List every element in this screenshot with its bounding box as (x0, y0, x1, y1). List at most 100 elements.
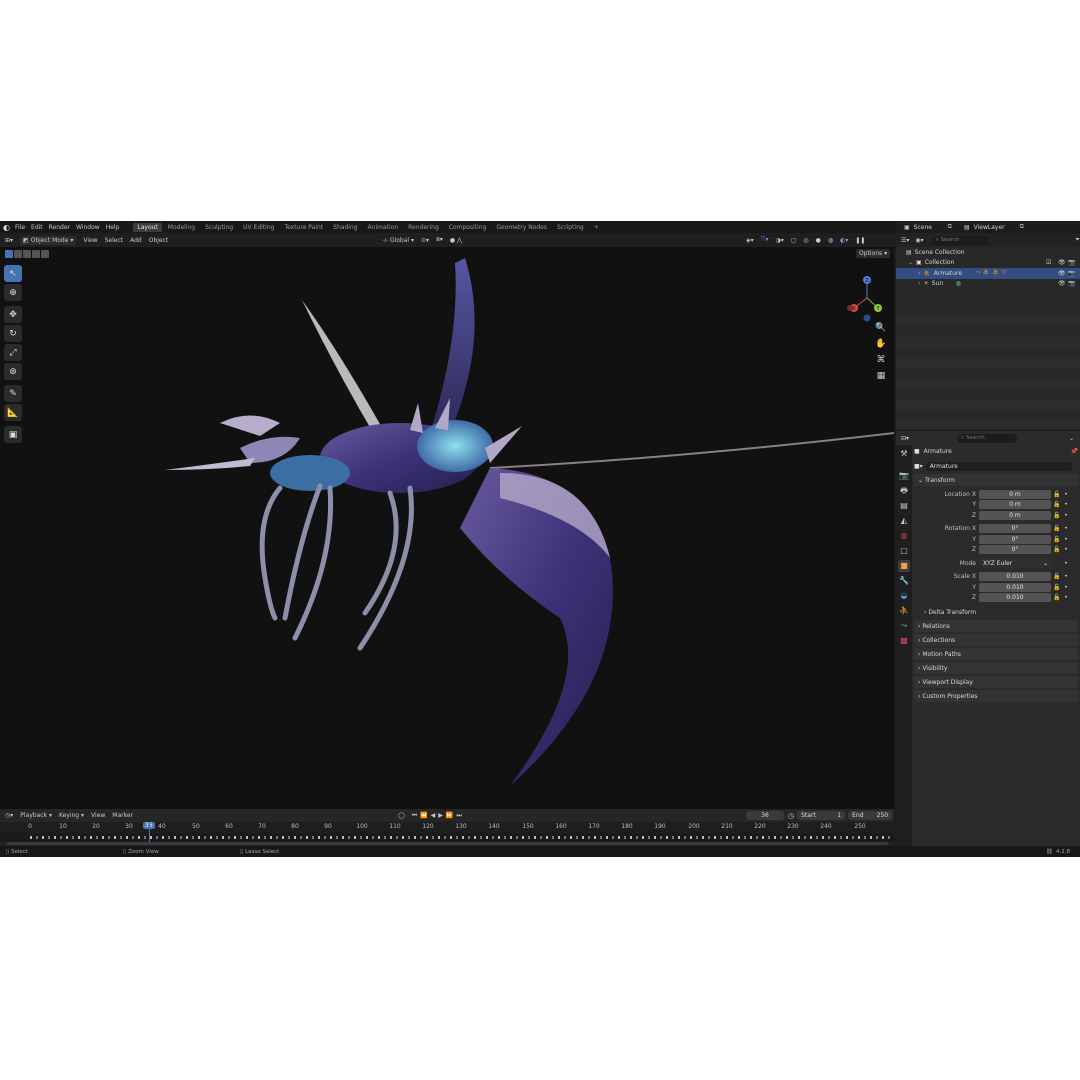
filter-icon[interactable]: ⏷ (1075, 236, 1080, 244)
world-tab-icon[interactable]: ◍ (898, 530, 910, 542)
object-mode-select[interactable]: ◩ Object Mode ▾ (20, 235, 77, 245)
lock-icon[interactable]: 🔓 (1051, 536, 1063, 543)
jump-prev-key-icon[interactable]: ⏪ (420, 812, 427, 819)
keyframe-dot[interactable]: • (1063, 573, 1069, 580)
collapse-chevron-icon[interactable]: ⌄ (908, 259, 913, 266)
tab-rendering[interactable]: Rendering (404, 223, 443, 232)
panel-transform[interactable]: ⌄ Transform (914, 474, 1078, 486)
panel-visibility[interactable]: › Visibility (914, 662, 1078, 674)
auto-keying-icon[interactable]: ◯ (398, 812, 405, 819)
object-data-tab-icon[interactable]: ⤳ (898, 620, 910, 632)
select-subtract-icon[interactable] (23, 249, 31, 258)
menu-edit[interactable]: Edit (31, 224, 43, 231)
lock-icon[interactable]: 🔓 (1051, 501, 1063, 508)
menu-file[interactable]: File (15, 224, 25, 231)
camera-icon[interactable]: 📷 (1068, 259, 1075, 266)
annotate-tool-icon[interactable]: ✎ (4, 385, 22, 402)
keyframe-dot[interactable]: • (1063, 491, 1069, 498)
keyframe-dot[interactable]: • (1063, 594, 1069, 601)
pause-render-icon[interactable]: ❚❚ (855, 237, 865, 244)
xray-toggle-icon[interactable]: ▢ (791, 237, 797, 244)
preview-range-icon[interactable]: ◷ (788, 812, 794, 820)
keyframe-dot[interactable]: • (1063, 560, 1069, 567)
panel-delta-transform[interactable]: › Delta Transform (914, 606, 1078, 618)
tweak-tool-icon[interactable]: ↖ (4, 265, 22, 282)
shading-solid-icon[interactable]: ● (816, 237, 821, 244)
select-invert-icon[interactable] (32, 249, 40, 258)
collection-tab-icon[interactable]: ▢ (898, 545, 910, 557)
creature-model[interactable] (160, 258, 894, 788)
menu-marker[interactable]: Marker (112, 812, 133, 819)
keyframe-diamonds[interactable] (30, 836, 890, 839)
scale-z-field[interactable]: 0.010 (979, 593, 1051, 603)
jump-start-icon[interactable]: ⏮ (412, 812, 417, 820)
scale-y-field[interactable]: 0.010 (979, 582, 1051, 592)
snap-icon[interactable]: ⧈▾ (436, 236, 443, 244)
overlay-toggle-icon[interactable]: ◑▾ (775, 237, 783, 244)
tab-uv-editing[interactable]: UV Editing (239, 223, 278, 232)
shading-rendered-icon[interactable]: ◐▾ (840, 237, 848, 244)
transform-tool-icon[interactable]: ⊛ (4, 363, 22, 380)
jump-next-key-icon[interactable]: ⏩ (446, 812, 453, 819)
tab-geometry-nodes[interactable]: Geometry Nodes (492, 223, 551, 232)
timeline-scrollbar[interactable] (6, 842, 888, 845)
keyframe-dot[interactable]: • (1063, 536, 1069, 543)
outliner-row-sun[interactable]: › ☀ Sun ◍ 👁 📷 (896, 279, 1080, 290)
play-icon[interactable]: ▶ (438, 812, 443, 819)
rotation-y-field[interactable]: 0° (979, 534, 1051, 544)
rotation-x-field[interactable]: 0° (979, 524, 1051, 534)
move-tool-icon[interactable]: ✥ (4, 306, 22, 323)
camera-icon[interactable]: 📷 (1068, 270, 1075, 277)
gizmo-toggle-icon[interactable]: ⤧▾ (761, 236, 769, 244)
panel-viewport-display[interactable]: › Viewport Display (914, 676, 1078, 688)
checkbox-icon[interactable]: ☑ (1046, 259, 1051, 266)
lock-icon[interactable]: 🔓 (1051, 512, 1063, 519)
menu-select[interactable]: Select (105, 237, 124, 244)
outliner-editor-type-icon[interactable]: ☰▾ (901, 237, 909, 244)
shading-wireframe-icon[interactable]: ◎ (803, 237, 808, 244)
frame-ruler[interactable]: 0 10 20 30 40 50 60 70 80 90 100 110 120… (0, 822, 894, 833)
rotate-tool-icon[interactable]: ↻ (4, 325, 22, 342)
current-frame-field[interactable]: 36 (746, 811, 784, 820)
properties-options-icon[interactable]: ⌄ (1069, 435, 1074, 442)
outliner-row-armature[interactable]: › ⛹ Armature ⤳ ⛹ ⛹ ▽ 👁 📷 (896, 268, 1080, 279)
play-reverse-icon[interactable]: ◀ (431, 812, 436, 819)
tab-modeling[interactable]: Modeling (164, 223, 199, 232)
editor-type-icon[interactable]: ⊞▾ (5, 237, 13, 244)
object-tab-icon[interactable]: ■ (898, 560, 910, 572)
render-tab-icon[interactable]: 📷 (898, 470, 910, 482)
view-layer-tab-icon[interactable]: ▤ (898, 500, 910, 512)
menu-render[interactable]: Render (49, 224, 70, 231)
scene-copy-icon[interactable]: ⧉ (948, 223, 952, 231)
timeline-editor-type-icon[interactable]: ◷▾ (5, 812, 13, 819)
scale-x-field[interactable]: 0.010 (979, 572, 1051, 582)
location-y-field[interactable]: 0 m (979, 500, 1051, 510)
panel-motion-paths[interactable]: › Motion Paths (914, 648, 1078, 660)
menu-add[interactable]: Add (130, 237, 142, 244)
tab-scripting[interactable]: Scripting (553, 223, 588, 232)
display-mode-icon[interactable]: ◉▾ (915, 237, 923, 244)
cursor-tool-icon[interactable]: ⊕ (4, 284, 22, 301)
orientation-select[interactable]: ⊹ Global ▾ (383, 237, 414, 244)
scene-tab-icon[interactable]: ◭ (898, 515, 910, 527)
tab-sculpting[interactable]: Sculpting (201, 223, 237, 232)
menu-window[interactable]: Window (76, 224, 100, 231)
jump-end-icon[interactable]: ⏭ (456, 812, 461, 820)
menu-timeline-view[interactable]: View (91, 812, 105, 819)
eye-icon[interactable]: 👁 (1058, 280, 1066, 287)
keyframe-dot[interactable]: • (1063, 584, 1069, 591)
location-z-field[interactable]: 0 m (979, 510, 1051, 520)
keyframe-dot[interactable]: • (1063, 546, 1069, 553)
menu-view[interactable]: View (83, 237, 97, 244)
select-new-icon[interactable] (5, 249, 13, 258)
add-workspace-button[interactable]: + (590, 223, 603, 232)
panel-custom-properties[interactable]: › Custom Properties (914, 690, 1078, 702)
expand-chevron-icon[interactable]: › (918, 280, 920, 287)
tab-texture-paint[interactable]: Texture Paint (280, 223, 327, 232)
pin-icon[interactable]: 📌 (1071, 448, 1078, 455)
properties-editor-type-icon[interactable]: ⊟▾ (901, 435, 909, 442)
shading-material-icon[interactable]: ◍ (828, 237, 833, 244)
eye-icon[interactable]: 👁 (1058, 259, 1066, 266)
scale-tool-icon[interactable]: ⤢ (4, 344, 22, 361)
visibility-icon[interactable]: ◈▾ (746, 237, 754, 244)
